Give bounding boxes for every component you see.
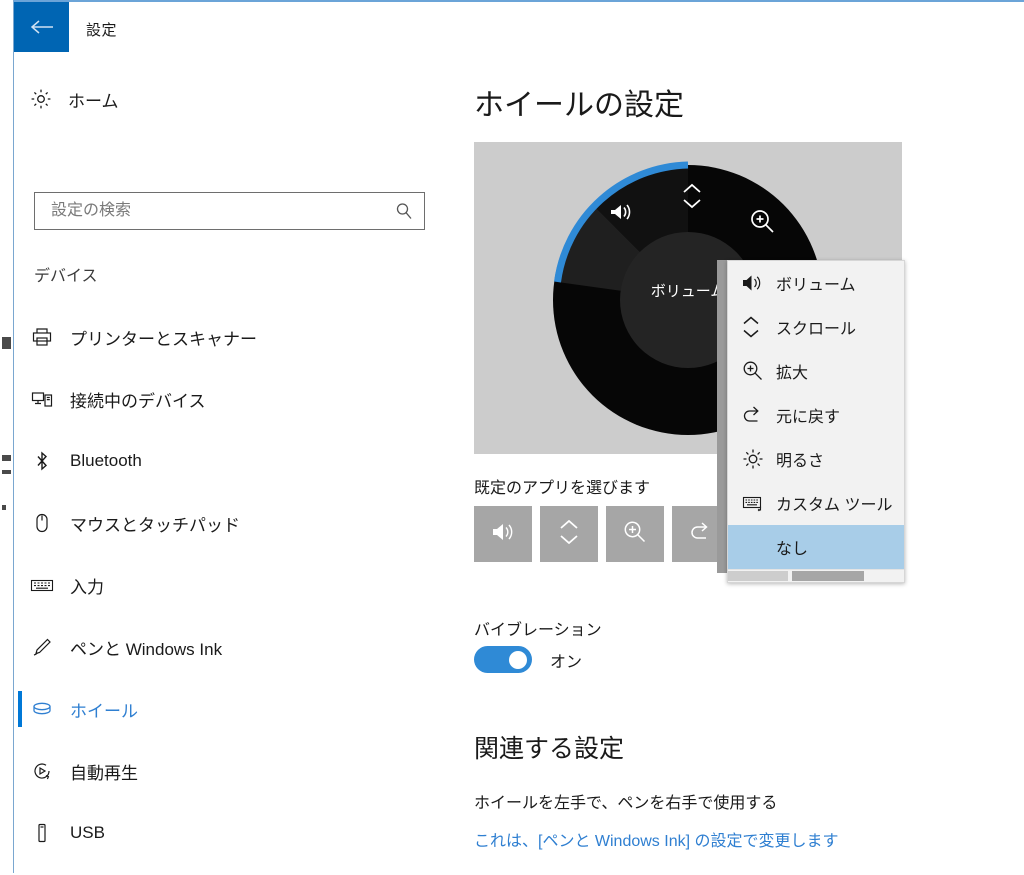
background-window-sliver — [0, 0, 14, 873]
background-artifact — [2, 455, 11, 461]
printer-icon — [14, 325, 70, 349]
sidebar-item-label: ホーム — [68, 91, 119, 111]
undo-icon — [742, 405, 776, 425]
volume-icon — [491, 521, 515, 548]
sidebar-item-label: USB — [70, 823, 105, 842]
sidebar-item-label: マウスとタッチパッド — [70, 515, 240, 535]
brightness-icon — [742, 448, 776, 470]
dropdown-item-custom-tool[interactable]: カスタム ツール — [728, 481, 904, 525]
sidebar-item-bluetooth[interactable]: Bluetooth — [14, 430, 430, 492]
page-title: ホイールの設定 — [474, 89, 684, 122]
dropdown-item-label: スクロール — [776, 321, 857, 338]
scroll-icon — [559, 519, 579, 549]
dropdown-horizontal-scrollbar[interactable] — [728, 569, 904, 582]
dropdown-item-brightness[interactable]: 明るさ — [728, 437, 904, 481]
dropdown-item-label: カスタム ツール — [776, 497, 893, 514]
dropdown-item-label: 元に戻す — [776, 409, 841, 426]
selection-accent — [18, 381, 22, 417]
sidebar-item-printers[interactable]: プリンターとスキャナー — [14, 306, 430, 368]
connected-devices-icon — [14, 387, 70, 411]
sidebar-item-label: 自動再生 — [70, 763, 138, 783]
sidebar-nav-list: プリンターとスキャナー 接続中のデバイス Bluetooth マウスとタッチパッ… — [14, 306, 430, 864]
sidebar-item-label: ホイール — [70, 701, 138, 721]
search-box[interactable] — [34, 192, 425, 230]
sidebar-item-label: Bluetooth — [70, 451, 142, 470]
undo-icon — [689, 521, 713, 548]
zoom-in-icon — [623, 520, 647, 549]
app-title: 設定 — [86, 22, 118, 39]
dropdown-item-scroll[interactable]: スクロール — [728, 305, 904, 349]
dropdown-item-label: ボリューム — [776, 277, 856, 294]
dropdown-item-zoom[interactable]: 拡大 — [728, 349, 904, 393]
settings-window: 設定 ホーム 設定の検索 デバイス プリンターとスキャナー 接続中のデバイス B… — [0, 0, 1024, 875]
selection-accent — [18, 691, 22, 727]
action-dropdown-menu[interactable]: ボリューム スクロール 拡大 元に戻す 明るさ カスタム ツール なし — [727, 260, 905, 583]
sidebar-section-label: デバイス — [34, 268, 98, 285]
sidebar-item-label: 接続中のデバイス — [70, 391, 206, 411]
vibration-label: バイブレーション — [474, 622, 602, 639]
mouse-icon — [14, 511, 70, 535]
toggle-knob — [509, 650, 527, 669]
dropdown-item-none[interactable]: なし — [728, 525, 904, 569]
sidebar-item-label: ペンと Windows Ink — [70, 639, 223, 659]
app-tiles-row — [474, 506, 730, 562]
dropdown-left-edge — [717, 260, 727, 573]
dropdown-item-undo[interactable]: 元に戻す — [728, 393, 904, 437]
title-bar: 設定 — [14, 2, 1024, 55]
app-tile-scroll[interactable] — [540, 506, 598, 562]
background-artifact — [2, 470, 11, 474]
settings-app: 設定 ホーム 設定の検索 デバイス プリンターとスキャナー 接続中のデバイス B… — [14, 0, 1024, 875]
back-button[interactable] — [14, 2, 69, 52]
scrollbar-thumb[interactable] — [792, 571, 864, 581]
gear-icon — [14, 87, 68, 111]
app-tile-zoom[interactable] — [606, 506, 664, 562]
selection-accent — [18, 443, 22, 479]
sidebar-item-typing[interactable]: 入力 — [14, 554, 430, 616]
sidebar-item-mouse-touchpad[interactable]: マウスとタッチパッド — [14, 492, 430, 554]
sidebar-item-autoplay[interactable]: 自動再生 — [14, 740, 430, 802]
dropdown-item-label: 拡大 — [776, 365, 809, 382]
vibration-toggle-row: オン — [474, 646, 582, 673]
app-tile-volume[interactable] — [474, 506, 532, 562]
sidebar-item-home[interactable]: ホーム — [14, 77, 414, 121]
sidebar: ホーム デバイス — [14, 54, 430, 875]
scrollbar-track — [728, 571, 788, 581]
selection-accent — [18, 815, 22, 851]
related-settings-description: ホイールを左手で、ペンを右手で使用する — [474, 795, 778, 812]
background-artifact — [2, 505, 6, 510]
usb-icon — [14, 821, 70, 845]
custom-tool-icon — [742, 493, 776, 513]
vibration-state-label: オン — [550, 653, 583, 671]
sidebar-item-label: 入力 — [70, 577, 104, 597]
background-artifact — [2, 337, 11, 349]
related-settings-link[interactable]: これは、[ペンと Windows Ink] の設定で変更します — [474, 827, 838, 851]
related-settings-title: 関連する設定 — [474, 735, 625, 763]
scroll-icon — [742, 316, 776, 338]
default-apps-label: 既定のアプリを選びます — [474, 480, 651, 497]
sidebar-item-connected-devices[interactable]: 接続中のデバイス — [14, 368, 430, 430]
selection-accent — [18, 629, 22, 665]
selection-accent — [18, 753, 22, 789]
selection-accent — [18, 567, 22, 603]
zoom-in-icon — [742, 360, 776, 382]
volume-icon — [742, 273, 776, 293]
selection-accent — [18, 505, 22, 541]
search-icon — [384, 201, 424, 221]
pen-icon — [14, 635, 70, 659]
sidebar-item-wheel[interactable]: ホイール — [14, 678, 430, 740]
selection-accent — [18, 319, 22, 355]
keyboard-icon — [14, 573, 70, 597]
dropdown-item-volume[interactable]: ボリューム — [728, 261, 904, 305]
dropdown-item-label: なし — [776, 541, 809, 558]
search-input[interactable] — [35, 193, 384, 229]
wheel-icon — [14, 697, 70, 721]
sidebar-item-label: プリンターとスキャナー — [70, 329, 257, 349]
dropdown-item-label: 明るさ — [776, 453, 825, 470]
vibration-toggle[interactable] — [474, 646, 532, 673]
sidebar-item-pen-windows-ink[interactable]: ペンと Windows Ink — [14, 616, 430, 678]
autoplay-icon — [14, 759, 70, 783]
arrow-left-icon — [29, 18, 55, 36]
sidebar-item-usb[interactable]: USB — [14, 802, 430, 864]
bluetooth-icon — [14, 449, 70, 473]
